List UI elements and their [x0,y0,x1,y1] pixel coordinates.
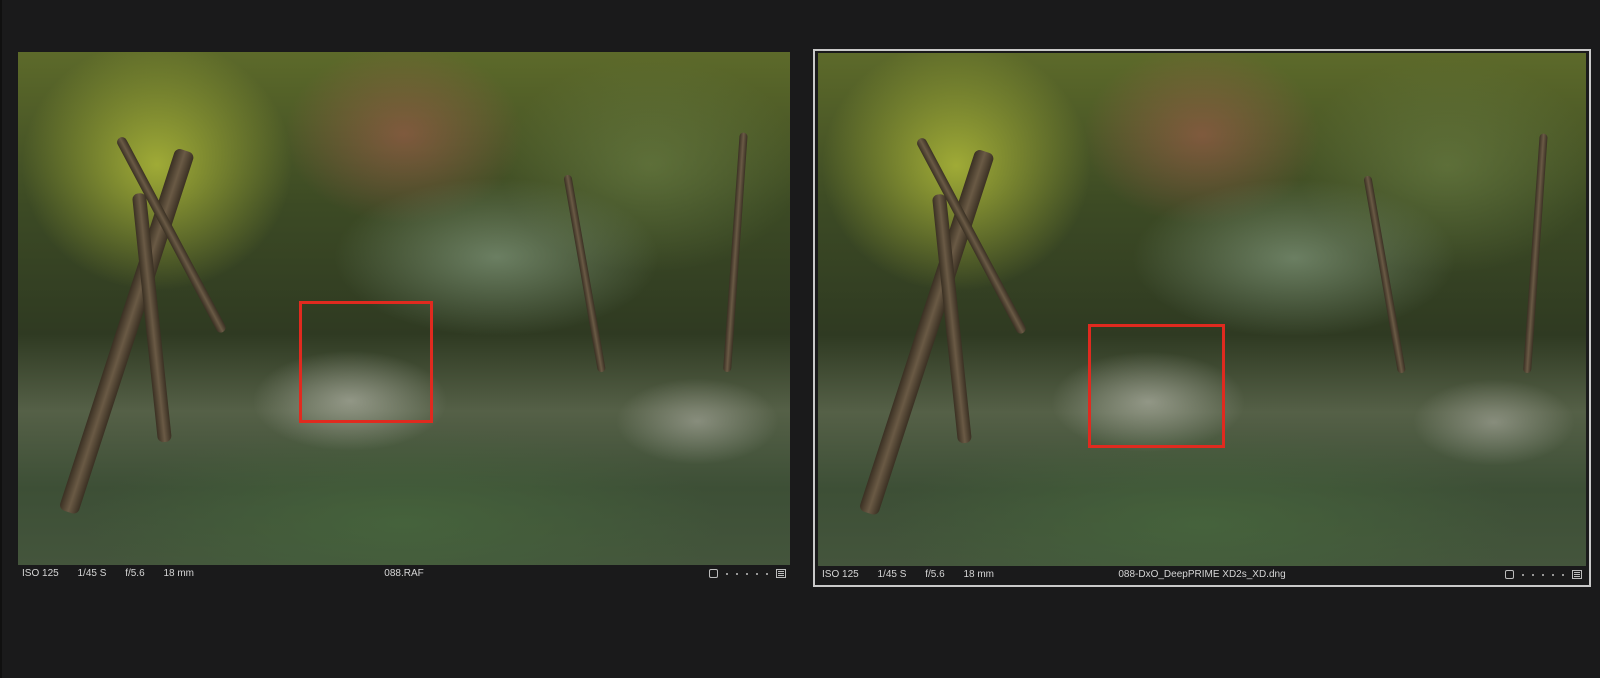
rating-dots-icon[interactable] [726,572,768,575]
zoom-region-marker [1088,324,1225,448]
pick-checkbox-icon[interactable] [1505,570,1514,579]
iso-value: ISO 125 [22,568,59,579]
tree-trunk [1363,175,1406,374]
aperture-value: f/5.6 [125,568,145,579]
filename-label: 088-DxO_DeepPRIME XD2s_XD.dng [1118,569,1286,580]
compare-pane-processed[interactable]: ISO 125 1/45 S f/5.6 18 mm 088-DxO_DeepP… [813,49,1591,587]
filename-label: 088.RAF [384,568,424,579]
list-view-icon[interactable] [1572,570,1582,579]
zoom-region-marker [299,301,433,423]
photo-original[interactable] [18,52,790,565]
window-edge [0,0,2,678]
tree-trunk [858,148,995,517]
tree-trunk [723,132,748,373]
list-view-icon[interactable] [776,569,786,578]
tree-trunk [563,174,606,373]
tree-trunk [1523,133,1548,374]
compare-pane-original[interactable]: ISO 125 1/45 S f/5.6 18 mm 088.RAF [18,52,790,582]
shutter-value: 1/45 S [877,569,907,580]
pick-checkbox-icon[interactable] [709,569,718,578]
photo-processed[interactable] [818,53,1586,566]
rating-dots-icon[interactable] [1522,573,1564,576]
focal-length-value: 18 mm [963,569,994,580]
info-bar: ISO 125 1/45 S f/5.6 18 mm 088.RAF [18,565,790,582]
tree-trunk [58,147,195,516]
info-bar: ISO 125 1/45 S f/5.6 18 mm 088-DxO_DeepP… [818,566,1586,583]
exif-info: ISO 125 1/45 S f/5.6 18 mm [22,568,210,579]
aperture-value: f/5.6 [925,569,945,580]
shutter-value: 1/45 S [77,568,107,579]
iso-value: ISO 125 [822,569,859,580]
focal-length-value: 18 mm [163,568,194,579]
exif-info: ISO 125 1/45 S f/5.6 18 mm [822,569,1010,580]
